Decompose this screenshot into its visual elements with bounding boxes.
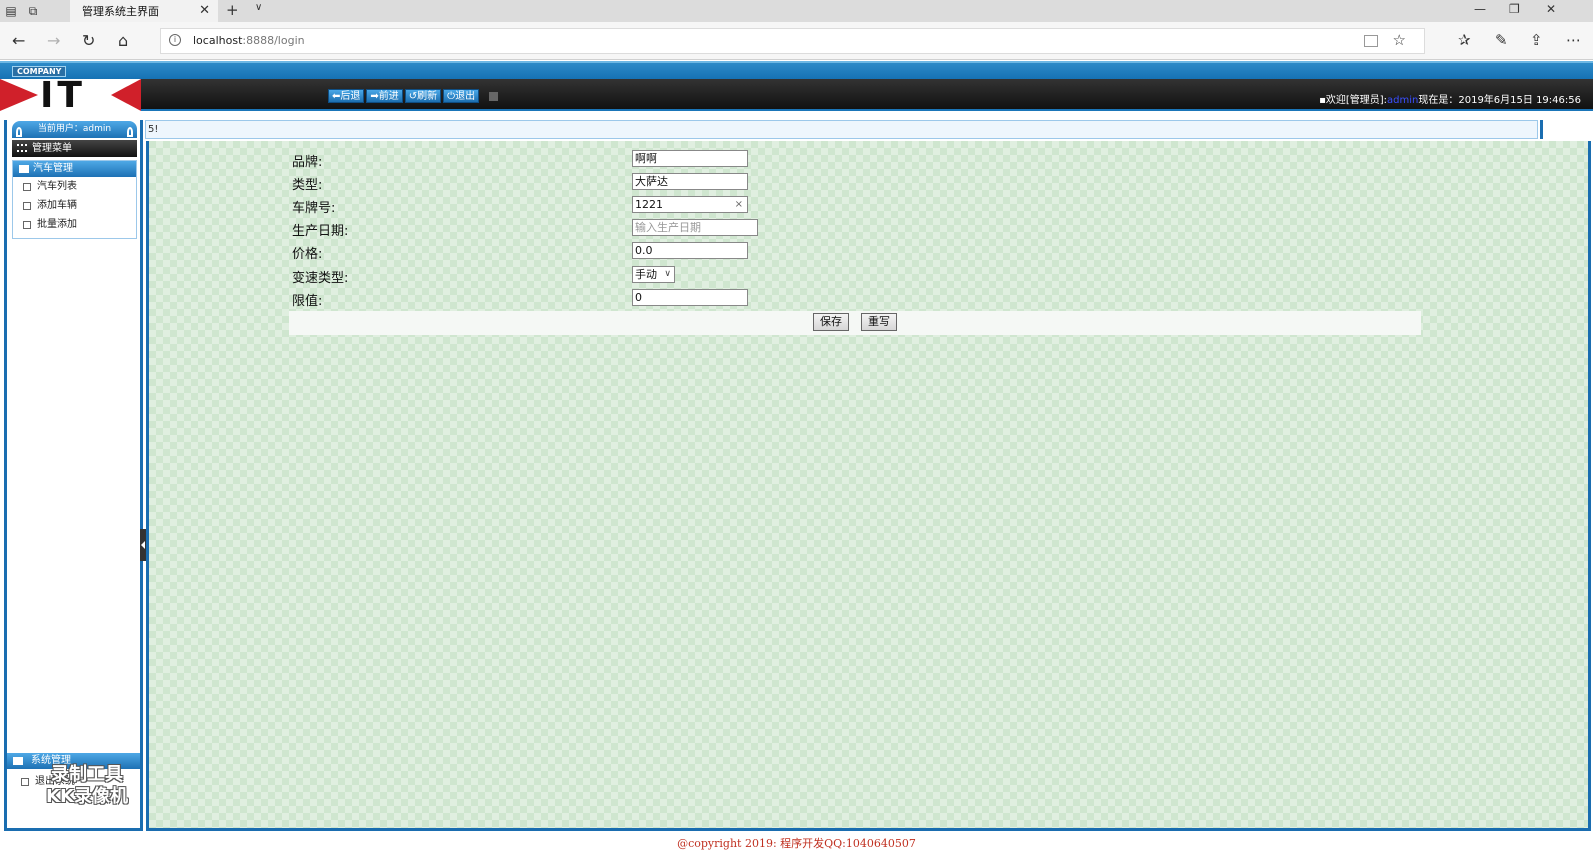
back-arrow-icon[interactable]: ← <box>12 31 25 50</box>
reset-button[interactable]: 重写 <box>861 313 897 331</box>
welcome-user[interactable]: admin <box>1387 95 1418 106</box>
share-icon[interactable]: ⇪ <box>1530 31 1543 49</box>
plate-label: 车牌号: <box>292 201 336 216</box>
limit-input[interactable]: 0 <box>632 289 748 306</box>
refresh-icon[interactable]: ↻ <box>82 31 95 50</box>
gearbox-label: 变速类型: <box>292 271 349 286</box>
document-icon <box>21 778 29 786</box>
menu-header: 管理菜单 <box>12 140 137 157</box>
forward-arrow-icon[interactable]: → <box>47 31 60 50</box>
date-label: 生产日期: <box>292 224 349 239</box>
content-tab-strip: 5! <box>145 120 1538 139</box>
url-field[interactable]: i localhost:8888/login ☆ <box>160 28 1425 54</box>
pin-icon <box>16 127 22 137</box>
car-management-title[interactable]: 汽车管理 <box>13 161 136 177</box>
tab-title: 管理系统主界面 <box>82 5 159 18</box>
welcome-text: ▪欢迎[管理员]:admin现在是：2019年6月15日 19:46:56 <box>1319 95 1581 106</box>
set-aside-tabs-icon[interactable]: ⧉ <box>22 0 44 22</box>
folder-icon <box>13 757 23 765</box>
gearbox-select[interactable]: 手动 ∨ <box>632 266 675 283</box>
reading-view-icon[interactable] <box>1364 35 1378 47</box>
date-input[interactable]: 输入生产日期 <box>632 219 758 236</box>
app-root: COMPANY IT ⬅后退 ➡前进 ↺刷新 ⏻退出 ▪欢迎[管理员]:admi… <box>0 61 1593 859</box>
gearbox-row: 变速类型: 手动 ∨ <box>292 265 772 286</box>
date-row: 生产日期: 输入生产日期 <box>292 218 772 239</box>
brand-row: 品牌: 啊啊 <box>292 149 772 170</box>
folder-icon <box>19 165 29 173</box>
main-content: 品牌: 啊啊 类型: 大萨达 车牌号: 1221 × 生产日期: 输入生产日期 … <box>146 141 1591 831</box>
sidebar-item-batch-add[interactable]: 批量添加 <box>13 215 136 234</box>
type-label: 类型: <box>292 178 323 193</box>
minimize-icon[interactable]: — <box>1474 2 1486 16</box>
site-info-icon[interactable]: i <box>169 34 181 46</box>
favorites-hub-icon[interactable]: ✰ <box>1458 31 1471 49</box>
price-row: 价格: 0.0 <box>292 241 772 262</box>
type-input[interactable]: 大萨达 <box>632 173 748 190</box>
grid-icon <box>17 144 27 152</box>
company-label: COMPANY <box>12 66 67 77</box>
save-button[interactable]: 保存 <box>813 313 849 331</box>
header-bar: IT ⬅后退 ➡前进 ↺刷新 ⏻退出 ▪欢迎[管理员]:admin现在是：201… <box>0 79 1593 111</box>
sidebar-item-add-car[interactable]: 添加车辆 <box>13 196 136 215</box>
window-close-icon[interactable]: ✕ <box>1546 2 1556 16</box>
browser-tab-bar: ▤ ⧉ 管理系统主界面 ✕ + ∨ — ❐ ✕ <box>0 0 1593 22</box>
refresh-button[interactable]: ↺刷新 <box>404 89 442 103</box>
header-nav-buttons: ⬅后退 ➡前进 ↺刷新 ⏻退出 <box>328 89 499 103</box>
current-user-bar: 当前用户：admin <box>12 121 137 138</box>
recorder-watermark: 录制工具 KK录像机 <box>46 764 128 807</box>
new-tab-icon[interactable]: + <box>226 1 239 19</box>
home-icon[interactable]: ⌂ <box>118 31 128 50</box>
sidebar: 当前用户：admin 管理菜单 汽车管理 汽车列表 添加车辆 批量添加 系统管理… <box>4 120 143 831</box>
back-button[interactable]: ⬅后退 <box>328 89 365 103</box>
tab-dropdown-icon[interactable]: ∨ <box>255 2 262 13</box>
brand-label: 品牌: <box>292 155 323 170</box>
pin-icon <box>127 127 133 137</box>
chevron-down-icon: ∨ <box>664 269 671 279</box>
browser-tab[interactable]: 管理系统主界面 ✕ <box>70 0 218 22</box>
sidebar-item-car-list[interactable]: 汽车列表 <box>13 177 136 196</box>
plate-input[interactable]: 1221 × <box>632 196 748 213</box>
document-icon <box>23 202 31 210</box>
form-button-bar: 保存 重写 <box>289 311 1421 335</box>
logout-button[interactable]: ⏻退出 <box>443 89 480 103</box>
logo-text: IT <box>40 79 86 111</box>
more-menu-icon[interactable]: ⋯ <box>1566 31 1581 49</box>
header-top-strip: COMPANY <box>0 61 1593 79</box>
it-logo: IT <box>0 79 141 111</box>
forward-button[interactable]: ➡前进 <box>366 89 403 103</box>
pen-notes-icon[interactable]: ✎ <box>1495 31 1508 49</box>
limit-label: 限值: <box>292 294 323 309</box>
document-icon <box>23 221 31 229</box>
price-input[interactable]: 0.0 <box>632 242 748 259</box>
limit-row: 限值: 0 <box>292 288 772 309</box>
square-icon <box>489 92 499 101</box>
plate-row: 车牌号: 1221 × <box>292 195 772 216</box>
content-top-corner <box>1540 120 1592 139</box>
clear-icon[interactable]: × <box>735 197 743 212</box>
car-management-group: 汽车管理 汽车列表 添加车辆 批量添加 <box>12 160 137 239</box>
browser-address-bar: ← → ↻ ⌂ i localhost:8888/login ☆ ✰ ✎ ⇪ ⋯ <box>0 22 1593 60</box>
price-label: 价格: <box>292 247 323 262</box>
copyright-footer: @copyright 2019: 程序开发QQ:1040640507 <box>677 837 916 850</box>
brand-input[interactable]: 啊啊 <box>632 150 748 167</box>
tab-manager-icon[interactable]: ▤ <box>0 0 22 22</box>
favorite-star-icon[interactable]: ☆ <box>1393 31 1406 49</box>
url-text: localhost:8888/login <box>193 34 305 47</box>
restore-icon[interactable]: ❐ <box>1509 2 1520 16</box>
document-icon <box>23 183 31 191</box>
type-row: 类型: 大萨达 <box>292 172 772 193</box>
tab-close-icon[interactable]: ✕ <box>199 3 210 18</box>
